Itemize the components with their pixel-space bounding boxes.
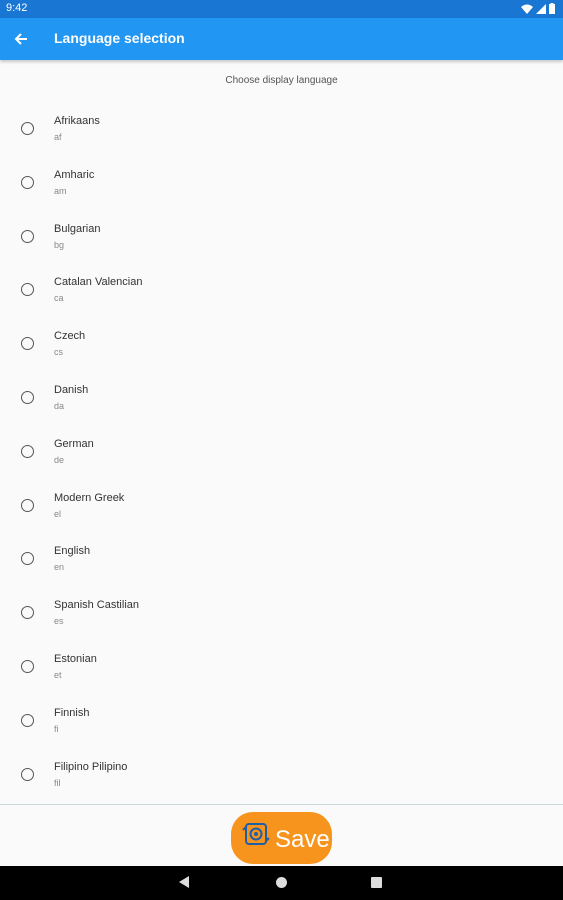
language-option-fil[interactable]: Filipino Pilipino fil (0, 747, 563, 801)
nav-back-icon[interactable] (178, 876, 190, 888)
language-option-es[interactable]: Spanish Castilian es (0, 585, 563, 639)
language-code: af (54, 132, 62, 142)
language-option-et[interactable]: Estonian et (0, 639, 563, 693)
signal-icon (536, 3, 546, 14)
arrow-back-icon (14, 33, 27, 45)
language-name: Danish (54, 383, 89, 396)
language-code: ca (54, 293, 64, 304)
language-option-ca[interactable]: Catalan Valencian ca (0, 262, 563, 316)
language-option-de[interactable]: German de (0, 424, 563, 478)
language-code: et (54, 669, 62, 680)
language-code: cs (54, 347, 63, 358)
language-option-af[interactable]: Afrikaans af (0, 101, 563, 155)
radio-button[interactable] (21, 390, 34, 404)
language-name: Amharic (54, 168, 95, 181)
language-option-el[interactable]: Modern Greek el (0, 478, 563, 532)
language-code: bg (54, 239, 65, 250)
language-name: English (54, 545, 91, 558)
save-button[interactable]: Save (231, 812, 332, 864)
language-code: fi (54, 723, 59, 734)
back-button[interactable] (9, 27, 33, 51)
radio-button[interactable] (21, 713, 34, 727)
radio-button[interactable] (21, 337, 34, 351)
language-option-en[interactable]: English en (0, 531, 563, 585)
battery-icon (549, 3, 555, 14)
radio-button[interactable] (21, 552, 34, 566)
language-name: Modern Greek (54, 491, 125, 504)
wifi-icon (521, 4, 533, 14)
language-name: Filipino Pilipino (54, 760, 128, 773)
language-code: el (54, 508, 62, 519)
page-title: Language selection (54, 30, 185, 46)
radio-button[interactable] (21, 498, 34, 512)
language-name: Czech (54, 330, 86, 343)
save-label: Save (275, 826, 330, 853)
radio-button[interactable] (21, 767, 34, 781)
language-name: German (54, 437, 94, 450)
radio-button[interactable] (21, 283, 34, 297)
language-name: Estonian (54, 652, 97, 665)
app-bar: Language selection (0, 18, 563, 60)
radio-button[interactable] (21, 175, 34, 189)
radio-button[interactable] (21, 229, 34, 243)
status-icons (521, 3, 555, 14)
language-option-cs[interactable]: Czech cs (0, 316, 563, 370)
language-code: fil (54, 777, 61, 788)
language-option-fi[interactable]: Finnish fi (0, 693, 563, 747)
language-name: Bulgarian (54, 222, 101, 235)
language-code: en (54, 562, 65, 573)
divider (0, 804, 563, 805)
system-nav-bar (0, 866, 563, 900)
language-code: da (54, 400, 65, 411)
nav-recent-apps-icon[interactable] (371, 877, 382, 888)
language-name: Spanish Castilian (54, 599, 139, 612)
radio-button[interactable] (21, 606, 34, 620)
language-name: Afrikaans (54, 115, 100, 127)
save-settings-icon (242, 823, 270, 845)
language-option-am[interactable]: Amharic am (0, 155, 563, 209)
radio-button[interactable] (21, 444, 34, 458)
choose-language-subtitle: Choose display language (225, 75, 338, 86)
status-bar: 9:42 (0, 0, 563, 18)
language-option-da[interactable]: Danish da (0, 370, 563, 424)
language-list: Afrikaans af Amharic am Bulgarian bg Catalan V… (0, 101, 563, 800)
language-name: Catalan Valencian (54, 276, 143, 289)
radio-button[interactable] (21, 659, 34, 673)
radio-button[interactable] (21, 122, 34, 135)
language-option-bg[interactable]: Bulgarian bg (0, 209, 563, 263)
status-time: 9:42 (6, 2, 28, 14)
language-code: de (54, 454, 65, 465)
language-name: Finnish (54, 706, 90, 719)
language-code: es (54, 616, 64, 627)
language-code: am (54, 185, 67, 196)
nav-home-icon[interactable] (276, 877, 287, 888)
